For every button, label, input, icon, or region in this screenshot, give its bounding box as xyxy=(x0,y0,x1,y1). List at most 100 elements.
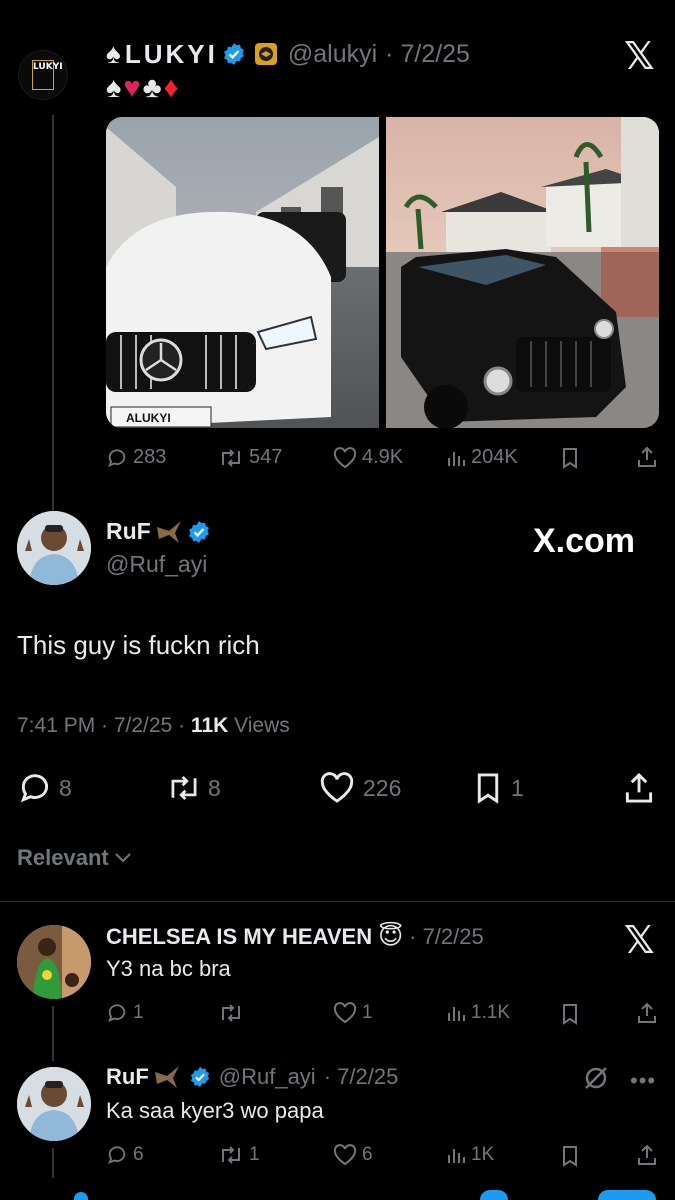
black-g-wagon-photo[interactable] xyxy=(385,117,659,428)
reply1-text: Y3 na bc bra xyxy=(106,956,231,981)
reply1-like-button[interactable]: 1 xyxy=(333,1002,373,1024)
more-options-icon[interactable]: ••• xyxy=(630,1068,656,1094)
x-logo-icon[interactable]: 𝕏 xyxy=(624,918,655,962)
reply2-header: RuF @Ruf_ayi · 7/2/25 xyxy=(106,1064,398,1090)
bookmark-icon xyxy=(560,447,580,469)
main-like-button[interactable]: 226 xyxy=(319,772,401,804)
reply2-like-button[interactable]: 6 xyxy=(333,1144,373,1166)
reply1-reply-button[interactable]: 1 xyxy=(106,1002,144,1024)
sort-label: Relevant xyxy=(17,845,109,870)
main-reply-button[interactable]: 8 xyxy=(17,772,72,804)
affiliate-badge-icon xyxy=(254,42,278,66)
lukyi-logo: LUKYI xyxy=(32,60,63,90)
eagle-emoji-icon xyxy=(155,519,183,545)
reply-icon xyxy=(106,1002,128,1024)
bookmark-icon xyxy=(560,1145,580,1167)
license-plate-text: ALUKYI xyxy=(126,411,171,425)
reply-icon xyxy=(17,772,53,804)
reply-icon xyxy=(106,1144,128,1166)
reply2-reply-button[interactable]: 6 xyxy=(106,1144,144,1166)
quoted-author-handle[interactable]: @alukyi xyxy=(288,40,377,69)
quoted-repost-count: 547 xyxy=(249,446,283,468)
halo-emoji-icon: 😇 xyxy=(378,923,404,950)
reply2-views-count: 1K xyxy=(471,1144,495,1165)
reply1-views-count: 1.1K xyxy=(471,1002,511,1023)
x-com-watermark: X.com xyxy=(533,522,636,560)
main-share-button[interactable] xyxy=(623,772,655,804)
repost-icon xyxy=(218,447,244,469)
reply2-repost-count: 1 xyxy=(249,1144,260,1165)
reply2-repost-button[interactable]: 1 xyxy=(218,1144,260,1166)
reply2-date[interactable]: · 7/2/25 xyxy=(324,1064,399,1090)
quoted-date[interactable]: · 7/2/25 xyxy=(385,40,470,69)
quoted-share-button[interactable] xyxy=(636,446,658,468)
suits-row: ♠ ♥ ♣ ♦ xyxy=(106,72,178,105)
reply1-share-button[interactable] xyxy=(636,1002,658,1024)
thread-line xyxy=(52,115,54,510)
reply1-header: CHELSEA IS MY HEAVEN 😇 · 7/2/25 xyxy=(106,922,484,951)
reply2-bookmark-button[interactable] xyxy=(560,1145,580,1167)
reply2-views-button[interactable]: 1K xyxy=(446,1144,494,1166)
share-icon xyxy=(636,1002,658,1024)
quoted-author-name[interactable]: LUKYI xyxy=(125,39,218,70)
spade-icon: ♠ xyxy=(106,38,121,69)
reply2-author-handle[interactable]: @Ruf_ayi xyxy=(219,1064,316,1090)
reply2-author-name[interactable]: RuF xyxy=(106,1064,149,1090)
nav-badge-indicator xyxy=(598,1190,656,1200)
reply1-date[interactable]: · 7/2/25 xyxy=(409,924,484,950)
spade-icon: ♠ xyxy=(106,72,122,104)
ruf-avatar[interactable] xyxy=(17,1067,91,1141)
quoted-like-count: 4.9K xyxy=(362,446,404,468)
reply1-bookmark-button[interactable] xyxy=(560,1003,580,1025)
heart-icon xyxy=(319,772,355,804)
quoted-like-button[interactable]: 4.9K xyxy=(333,446,403,469)
quoted-bookmark-button[interactable] xyxy=(560,447,580,469)
repost-icon xyxy=(166,772,202,804)
reply2-like-count: 6 xyxy=(362,1144,373,1165)
heart-icon: ♥ xyxy=(123,72,141,104)
main-tweet-meta: 7:41 PM · 7/2/25 · 11K Views xyxy=(17,714,290,738)
share-icon xyxy=(623,772,655,804)
reply2-share-button[interactable] xyxy=(636,1144,658,1166)
club-icon: ♣ xyxy=(142,72,162,104)
lukyi-avatar[interactable]: LUKYI xyxy=(18,50,68,100)
reply1-author-name[interactable]: CHELSEA IS MY HEAVEN xyxy=(106,924,372,950)
white-mercedes-photo[interactable]: ALUKYI xyxy=(106,117,380,428)
grok-icon[interactable] xyxy=(582,1064,610,1097)
quoted-media[interactable]: ALUKYI xyxy=(106,117,659,428)
quoted-reply-button[interactable]: 283 xyxy=(106,446,166,469)
verified-badge-icon xyxy=(189,1066,211,1088)
sort-dropdown[interactable]: Relevant xyxy=(17,845,133,871)
x-logo-icon[interactable]: 𝕏 xyxy=(624,34,655,78)
main-tweet-time[interactable]: 7:41 PM · 7/2/25 · xyxy=(17,714,191,737)
reply1-views-button[interactable]: 1.1K xyxy=(446,1002,510,1024)
nav-notification-indicator xyxy=(480,1190,508,1200)
main-author-row: RuF xyxy=(106,518,211,545)
thread-line xyxy=(52,1148,54,1178)
main-views-label: Views xyxy=(228,714,290,737)
reply1-reply-count: 1 xyxy=(133,1002,144,1023)
chelsea-avatar[interactable] xyxy=(17,925,91,999)
heart-icon xyxy=(333,1002,357,1024)
reply1-repost-button[interactable] xyxy=(218,1002,249,1024)
main-bookmark-button[interactable]: 1 xyxy=(473,772,524,804)
main-like-count: 226 xyxy=(363,774,402,801)
bookmark-icon xyxy=(560,1003,580,1025)
quoted-repost-button[interactable]: 547 xyxy=(218,446,282,469)
main-tweet-text: This guy is fuckn rich xyxy=(17,630,260,660)
main-author-name[interactable]: RuF xyxy=(106,518,151,545)
ruf-avatar[interactable] xyxy=(17,511,91,585)
quoted-header: ♠ LUKYI @alukyi · 7/2/25 xyxy=(106,38,470,70)
quoted-views-count: 204K xyxy=(471,446,518,468)
bookmark-icon xyxy=(473,772,503,804)
views-chart-icon xyxy=(446,1145,466,1165)
divider xyxy=(0,901,675,902)
heart-icon xyxy=(333,446,357,469)
reply2-reply-count: 6 xyxy=(133,1144,144,1165)
main-author-handle[interactable]: @Ruf_ayi xyxy=(106,551,207,578)
reply-icon xyxy=(106,447,128,469)
main-repost-button[interactable]: 8 xyxy=(166,772,221,804)
views-chart-icon xyxy=(446,1003,466,1023)
heart-icon xyxy=(333,1144,357,1166)
quoted-views-button[interactable]: 204K xyxy=(446,446,518,469)
